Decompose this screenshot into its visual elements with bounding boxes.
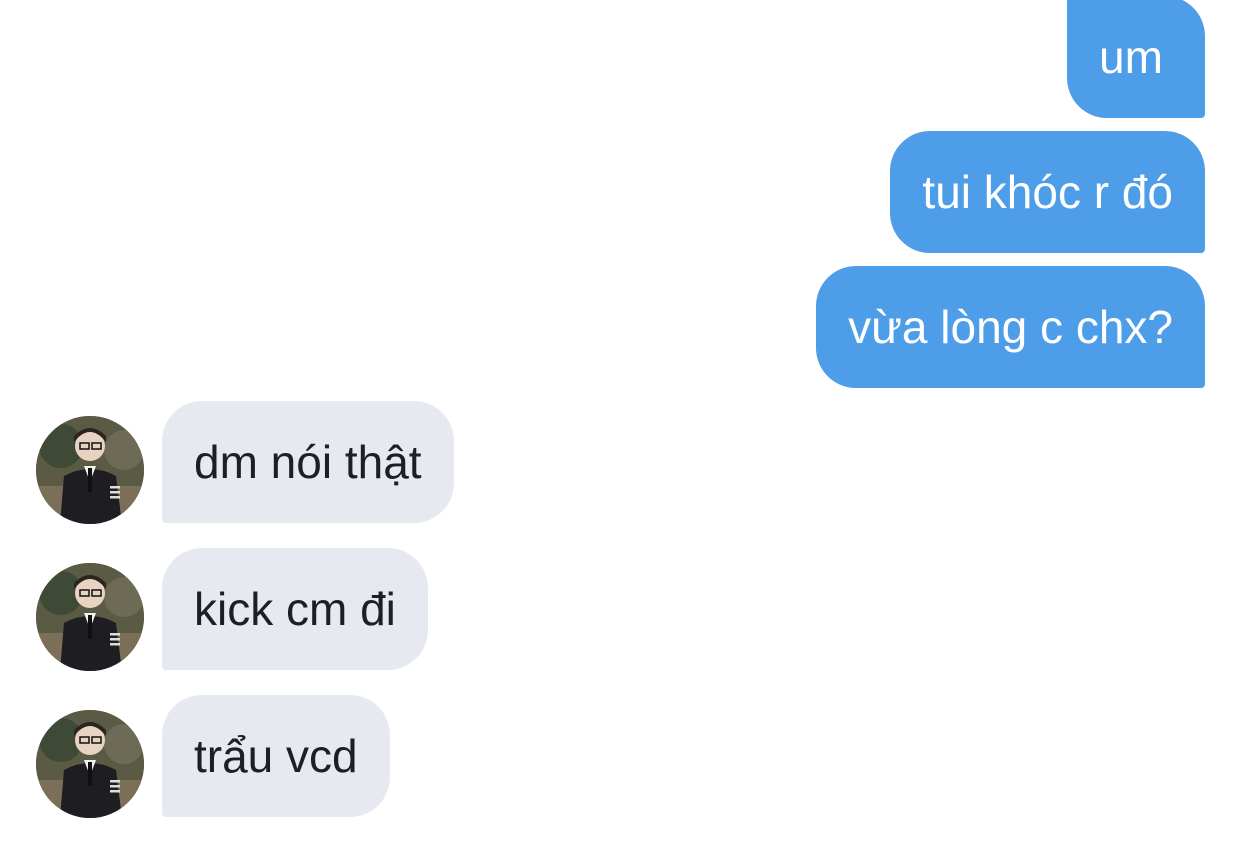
received-message-bubble[interactable]: dm nói thật bbox=[162, 401, 454, 523]
sent-message-bubble[interactable]: vừa lòng c chx? bbox=[816, 266, 1205, 388]
message-text: vừa lòng c chx? bbox=[848, 301, 1173, 353]
person-avatar-icon bbox=[36, 416, 144, 524]
message-text: dm nói thật bbox=[194, 436, 422, 488]
avatar[interactable] bbox=[36, 710, 144, 818]
message-text: trẩu vcd bbox=[194, 730, 358, 782]
sent-message-bubble[interactable]: um bbox=[1067, 0, 1205, 118]
message-text: kick cm đi bbox=[194, 583, 396, 635]
sent-message-bubble[interactable]: tui khóc r đó bbox=[890, 131, 1205, 253]
received-message-bubble[interactable]: kick cm đi bbox=[162, 548, 428, 670]
avatar[interactable] bbox=[36, 563, 144, 671]
received-message-bubble[interactable]: trẩu vcd bbox=[162, 695, 390, 817]
person-avatar-icon bbox=[36, 710, 144, 818]
person-avatar-icon bbox=[36, 563, 144, 671]
avatar[interactable] bbox=[36, 416, 144, 524]
message-text: um bbox=[1099, 31, 1163, 83]
message-text: tui khóc r đó bbox=[922, 166, 1173, 218]
